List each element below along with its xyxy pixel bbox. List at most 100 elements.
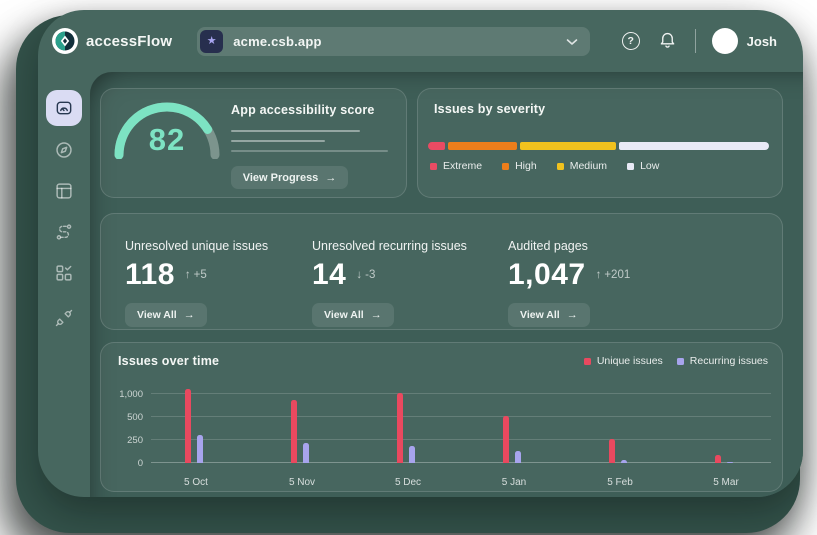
- severity-card: Issues by severity Extreme High Medium Low: [417, 88, 783, 198]
- legend-swatch: [430, 163, 437, 170]
- stat-label: Unresolved recurring issues: [312, 239, 508, 253]
- chart-card: Issues over time Unique issues Recurring …: [100, 342, 783, 492]
- top-cards-row: 82 App accessibility score View Progress…: [100, 88, 783, 198]
- bar-unique-5-jan: [503, 416, 509, 463]
- severity-segment-high: [448, 142, 517, 150]
- chart-legend-item-unique-issues: Unique issues: [584, 355, 663, 367]
- sidebar-item-integrations[interactable]: [52, 306, 76, 330]
- y-axis-tick: 0: [105, 458, 143, 469]
- sidebar-item-pages[interactable]: [52, 179, 76, 203]
- legend-item-high: High: [502, 160, 537, 172]
- x-axis-label: 5 Feb: [590, 477, 650, 488]
- bar-recurring-5-mar: [727, 462, 733, 463]
- project-selector[interactable]: ★ acme.csb.app: [197, 27, 590, 56]
- up-arrow-icon: ↑: [596, 269, 602, 281]
- y-axis-tick: 250: [105, 435, 143, 446]
- stat-value: 1,047: [508, 258, 586, 292]
- stat-delta-value: -3: [365, 269, 375, 281]
- score-gauge: 82: [109, 97, 225, 159]
- down-arrow-icon: ↓: [356, 269, 362, 281]
- gridline-250: [151, 439, 771, 440]
- score-card: 82 App accessibility score View Progress…: [100, 88, 407, 198]
- legend-swatch: [557, 163, 564, 170]
- chart-title: Issues over time: [118, 354, 219, 368]
- legend-item-medium: Medium: [557, 160, 607, 172]
- legend-label: High: [515, 160, 537, 172]
- stat-unresolved-recurring-issues: Unresolved recurring issues 14 ↓-3 View All…: [312, 239, 508, 329]
- gridline-1000: [151, 393, 771, 394]
- brand-logo-icon: [52, 28, 78, 54]
- bell-icon: [658, 29, 677, 53]
- bar-unique-5-dec: [397, 393, 403, 463]
- x-axis-label: 5 Nov: [272, 477, 332, 488]
- bar-recurring-5-jan: [515, 451, 521, 463]
- y-axis-tick: 1,000: [105, 389, 143, 400]
- bar-recurring-5-dec: [409, 446, 415, 463]
- header-actions: ? Josh: [622, 28, 777, 54]
- x-axis-label: 5 Mar: [696, 477, 756, 488]
- user-name: Josh: [747, 34, 777, 49]
- x-axis-label: 5 Oct: [166, 477, 226, 488]
- bar-unique-5-oct: [185, 389, 191, 463]
- stat-line: 118 ↑+5: [125, 258, 312, 292]
- bar-unique-5-nov: [291, 400, 297, 463]
- legend-label: Extreme: [443, 160, 482, 172]
- grid-check-icon: [53, 262, 75, 284]
- view-all-button[interactable]: View All→: [312, 303, 394, 327]
- bar-unique-5-feb: [609, 439, 615, 463]
- view-all-button[interactable]: View All→: [508, 303, 590, 327]
- compass-icon: [53, 139, 75, 161]
- chart-legend: Unique issues Recurring issues: [584, 355, 768, 367]
- stat-label: Audited pages: [508, 239, 762, 253]
- help-icon: ?: [622, 32, 640, 50]
- stat-delta-value: +5: [194, 269, 207, 281]
- stat-unresolved-unique-issues: Unresolved unique issues 118 ↑+5 View All→: [125, 239, 312, 329]
- severity-legend: Extreme High Medium Low: [430, 160, 659, 172]
- stat-delta: ↓-3: [356, 269, 375, 281]
- gridline-500: [151, 416, 771, 417]
- notifications-button[interactable]: [658, 29, 677, 53]
- legend-label: Unique issues: [597, 355, 663, 367]
- up-arrow-icon: ↑: [185, 269, 191, 281]
- stats-card: Unresolved unique issues118↑+5View All→U…: [100, 213, 783, 330]
- app-window: accessFlow ★ acme.csb.app ?: [38, 10, 803, 497]
- gridline-0: [151, 462, 771, 463]
- help-button[interactable]: ?: [622, 32, 640, 50]
- view-progress-button[interactable]: View Progress→: [231, 166, 348, 189]
- sidebar-item-dashboard[interactable]: [46, 90, 82, 126]
- severity-card-title: Issues by severity: [434, 102, 545, 116]
- legend-label: Recurring issues: [690, 355, 768, 367]
- sidebar-item-flows[interactable]: [52, 220, 76, 244]
- bar-recurring-5-nov: [303, 443, 309, 463]
- placeholder-lines: [231, 130, 386, 152]
- view-all-button[interactable]: View All→: [125, 303, 207, 327]
- legend-label: Low: [640, 160, 659, 172]
- bar-recurring-5-oct: [197, 435, 203, 463]
- content-panel: 82 App accessibility score View Progress…: [90, 72, 803, 497]
- user-avatar[interactable]: [712, 28, 738, 54]
- severity-segment-extreme: [428, 142, 445, 150]
- page: accessFlow ★ acme.csb.app ?: [0, 0, 817, 535]
- legend-label: Medium: [570, 160, 607, 172]
- app-header: accessFlow ★ acme.csb.app ?: [38, 10, 803, 72]
- stat-delta-value: +201: [604, 269, 630, 281]
- legend-item-extreme: Extreme: [430, 160, 482, 172]
- header-divider: [695, 29, 696, 53]
- stat-label: Unresolved unique issues: [125, 239, 312, 253]
- severity-segment-low: [619, 142, 769, 150]
- severity-segment-medium: [520, 142, 616, 150]
- sidebar: [38, 72, 90, 497]
- sidebar-item-tasks[interactable]: [52, 261, 76, 285]
- plug-icon: [53, 307, 75, 329]
- star-icon: ★: [200, 30, 223, 53]
- legend-swatch: [502, 163, 509, 170]
- legend-item-low: Low: [627, 160, 659, 172]
- score-card-body: App accessibility score View Progress→: [231, 103, 386, 189]
- brand-name: accessFlow: [86, 33, 172, 50]
- stat-value: 14: [312, 258, 346, 292]
- stat-line: 14 ↓-3: [312, 258, 508, 292]
- sidebar-item-explore[interactable]: [52, 138, 76, 162]
- layout-icon: [53, 180, 75, 202]
- stat-value: 118: [125, 258, 175, 292]
- legend-swatch: [627, 163, 634, 170]
